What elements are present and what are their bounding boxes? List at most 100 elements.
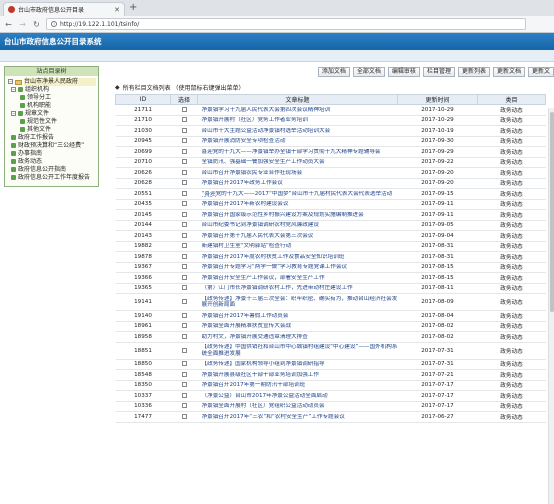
row-checkbox[interactable] [181, 211, 187, 217]
table-row[interactable]: 19367 净景镇召开专题学习“两学一做”学习教育专题党课工作会议 2017-08-… [115, 262, 546, 273]
row-checkbox[interactable] [181, 413, 187, 419]
tree-item[interactable]: 财政预决算和“三公经费” [8, 142, 96, 150]
article-title-link[interactable]: 净景镇召开2017年度农村扶贫工作及食品安全知识培训班 [202, 254, 398, 261]
article-title-link[interactable]: 净景镇召开2017年政务工作会议 [202, 180, 398, 187]
table-row[interactable]: 21711 净景镇学习十九届人民代表大会第四次会议精神培训 2017-10-29 政务… [115, 104, 546, 116]
tree-item-label[interactable]: 财政预决算和“三公经费” [18, 142, 96, 150]
tree-item[interactable]: 规范性文件 [8, 118, 96, 126]
article-title-link[interactable]: （第）江门市长净景镇调研农村工作，先进带动村庄建设工作 [202, 285, 398, 292]
row-checkbox[interactable] [181, 323, 187, 329]
toolbar-button[interactable]: 添加文档 [317, 67, 350, 77]
row-checkbox[interactable] [181, 403, 187, 409]
col-header-time[interactable]: 更新时间 [397, 94, 478, 105]
tree-item-label[interactable]: 办事指南 [18, 150, 96, 158]
article-title-link[interactable]: 净景镇开展村（社区）党务工作者业务培训 [202, 117, 398, 124]
table-row[interactable]: 18850 【政务传递】国家机构领导小组到净景镇调研指导 2017-07-31 政务动… [115, 359, 546, 370]
browser-tab[interactable]: 台山市政府信息公开目录 ✕ [3, 2, 125, 16]
info-icon[interactable]: i [51, 21, 57, 27]
table-row[interactable]: 19365 （第）江门市长净景镇调研农村工作，先进带动村庄建设工作 2017-08-… [115, 283, 546, 294]
article-title-link[interactable]: 台山市纪委书记到净景镇调研农村党风廉政建设 [202, 222, 398, 229]
row-checkbox[interactable] [181, 232, 187, 238]
tree-item[interactable]: 办事指南 [8, 150, 96, 158]
new-tab-icon[interactable]: + [129, 2, 137, 14]
article-title-link[interactable]: 净景镇召开国家级示范性乡村振兴建设方案及规划实施编制推进会 [202, 212, 398, 219]
row-checkbox[interactable] [181, 243, 187, 249]
article-title-link[interactable]: 净景镇全面开展村（社区）党组织公益活动动员会 [202, 403, 398, 410]
table-row[interactable]: 19878 净景镇召开2017年度农村扶贫工作及食品安全知识培训班 2017-08-… [115, 251, 546, 263]
table-row[interactable]: 10336 净景镇全面开展村（社区）党组织公益活动动员会 2017-07-17 政务动… [115, 401, 546, 412]
toolbar-button[interactable]: 更新文 [527, 67, 554, 77]
address-bar[interactable]: i http://19.122.1.101/tsinfo/ [46, 18, 526, 30]
close-icon[interactable]: ✕ [114, 6, 120, 14]
article-title-link[interactable]: 净景镇开展消防安全专项检查活动 [202, 138, 398, 145]
table-row[interactable]: 20551 “喜迎党的十九大——2017“中国梦”台山市十九届村民代表大会代表选举… [115, 188, 546, 200]
col-header-select[interactable]: 选择 [170, 94, 198, 105]
tree-item[interactable]: 政府工作报告 [8, 134, 96, 142]
table-row[interactable]: 21030 台山市十大主题公益活动净景镇村选举活动培训大会 2017-10-19 政务… [115, 125, 546, 137]
tree-item[interactable]: − 组织机构 [8, 86, 96, 94]
article-title-link[interactable]: 净景镇召开2017年第一期防汛干部培训班 [202, 382, 398, 389]
scrollbar-thumb[interactable] [550, 112, 554, 312]
tree-item-label[interactable]: 其他文件 [27, 126, 96, 134]
url-text[interactable]: http://19.122.1.101/tsinfo/ [60, 21, 139, 28]
article-title-link[interactable]: 助力村文，净景镇开展交通违章清理大排查 [202, 334, 398, 341]
article-title-link[interactable]: 净景镇学习十九届人民代表大会第四次会议精神培训 [202, 107, 398, 114]
collapse-toggle-icon[interactable]: − [11, 87, 16, 92]
table-row[interactable]: 20143 净景镇召开第十九届人民代表大会第三次会议 2017-09-04 政务动态 [115, 230, 546, 242]
tree-item-label[interactable]: 组织机构 [25, 86, 96, 94]
row-checkbox[interactable] [181, 274, 187, 280]
row-checkbox[interactable] [181, 333, 187, 339]
toolbar-button[interactable]: 更新文档 [492, 67, 525, 77]
row-checkbox[interactable] [181, 299, 187, 304]
article-title-link[interactable]: 【政务传递】国家机构领导小组到净景镇调研指导 [202, 361, 398, 368]
col-header-title[interactable]: 文章标题 [197, 94, 398, 105]
row-checkbox[interactable] [181, 382, 187, 388]
tree-item[interactable]: − 规章文件 [8, 110, 96, 118]
toolbar-button[interactable]: 全部文档 [352, 67, 385, 77]
row-checkbox[interactable] [181, 117, 187, 123]
article-title-link[interactable]: 台山市十大主题公益活动净景镇村选举活动培训大会 [202, 128, 398, 135]
article-title-link[interactable]: 净景镇全面开展精准扶贫宣传大会战 [202, 323, 398, 330]
col-header-id[interactable]: ID [115, 94, 171, 105]
toolbar-button[interactable]: 栏目管理 [422, 67, 455, 77]
table-row[interactable]: 18548 净景镇开展县级社区干部干部业务培训加强工作 2017-07-21 政务动态 [115, 369, 546, 381]
row-checkbox[interactable] [181, 285, 187, 291]
article-title-link[interactable]: 【政务传递】净景十三届三次全会：织牢织密、确实有为，推动台山经济社会发展开创新局… [202, 296, 398, 309]
tree-item-label[interactable]: 规范性文件 [27, 118, 96, 126]
table-row[interactable]: 20699 喜迎党的十九大——净景镇举办全镇干部学习贯彻十九大精神专题辅导会 201… [115, 146, 546, 158]
collapse-toggle-icon[interactable]: − [11, 111, 16, 116]
table-row[interactable]: 21710 净景镇开展村（社区）党务工作者业务培训 2017-10-29 政务动态 [115, 115, 546, 126]
table-row[interactable]: 19140 净景镇召开2017年暑假工作动员会 2017-08-04 政务动态 [115, 310, 546, 322]
reload-icon[interactable]: ↻ [32, 20, 41, 29]
row-checkbox[interactable] [181, 264, 187, 270]
collapse-toggle-icon[interactable]: − [8, 79, 13, 84]
table-row[interactable]: 10337 （净景公益）台山市2017年净景公益活动全面启动 2017-07-17 政… [115, 390, 546, 402]
row-checkbox[interactable] [181, 371, 187, 377]
table-row[interactable]: 20626 台山市召开净景镇农民专业合作社现场会 2017-09-20 政务动态 [115, 167, 546, 179]
tree-item[interactable]: 政府信息公开工作年度报告 [8, 174, 96, 182]
tree-item[interactable]: 机构职能 [8, 102, 96, 110]
tree-item-label[interactable]: 政府信息公开指南 [18, 166, 96, 174]
article-title-link[interactable]: 台山市召开净景镇农民专业合作社现场会 [202, 170, 398, 177]
row-checkbox[interactable] [181, 159, 187, 165]
article-title-link[interactable]: 净景镇召开2017年“三农”和“农村安全生产”工作专题会议 [202, 414, 398, 421]
article-title-link[interactable]: 新建镇村卫生室“文明驿站”检查行动 [202, 243, 398, 250]
tree-item-label[interactable]: 政府信息公开工作年度报告 [18, 174, 96, 182]
row-checkbox[interactable] [181, 106, 187, 112]
table-row[interactable]: 20628 净景镇召开2017年政务工作会议 2017-09-20 政务动态 [115, 178, 546, 189]
tree-item-label[interactable]: 规章文件 [25, 110, 96, 118]
back-icon[interactable]: ← [4, 20, 13, 29]
article-title-link[interactable]: 净景镇开展县级社区干部干部业务培训加强工作 [202, 372, 398, 379]
tree-item-label[interactable]: 台山市净景人民政府 [24, 78, 96, 86]
tree-item-label[interactable]: 领导分工 [27, 94, 96, 102]
toolbar-button[interactable]: 编辑审核 [387, 67, 420, 77]
row-checkbox[interactable] [181, 312, 187, 318]
article-title-link[interactable]: 【政务传递】中国供销社和台山市中心城镇村组建设“中心建设”——国外机构系统全面推… [202, 344, 398, 357]
toolbar-button[interactable]: 更新列表 [457, 67, 490, 77]
article-title-link[interactable]: 净景镇召开2017年暑假工作动员会 [202, 313, 398, 320]
row-checkbox[interactable] [181, 201, 187, 207]
article-title-link[interactable]: 全镇防汛、强基础一餐加强安全生产工作动员大会 [202, 159, 398, 166]
tree-item[interactable]: 政务动态 [8, 158, 96, 166]
article-title-link[interactable]: 净景镇召开2017年新农村建设会议 [202, 201, 398, 208]
col-header-category[interactable]: 类目 [477, 94, 546, 105]
